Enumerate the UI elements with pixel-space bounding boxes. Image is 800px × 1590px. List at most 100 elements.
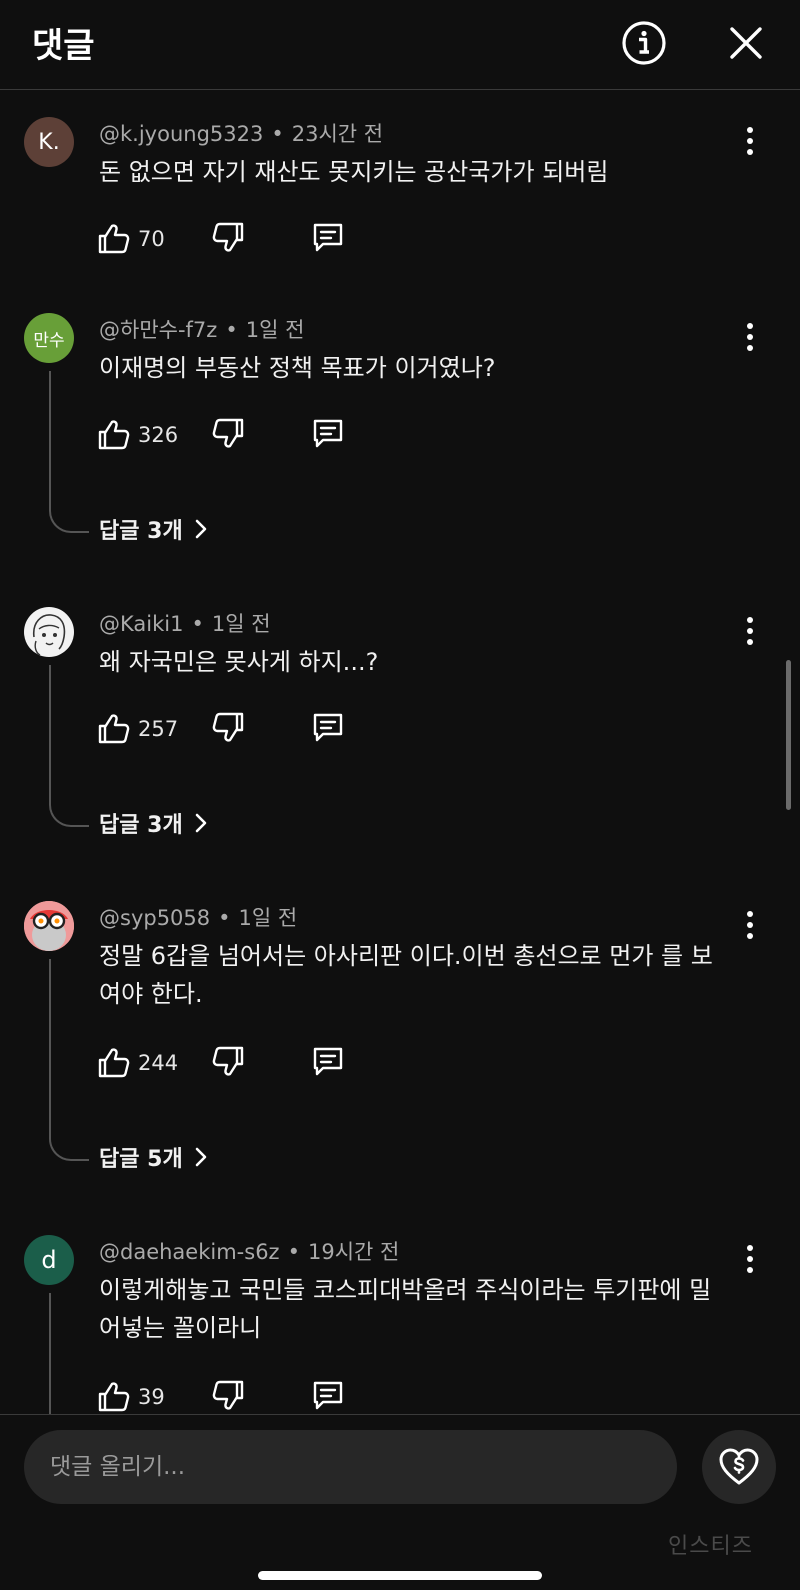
like-count: 244: [138, 1051, 179, 1075]
comment-text: 정말 6갑을 넘어서는 아사리판 이다.이번 총선으로 먼가 를 보여야 한다.: [99, 942, 713, 1008]
super-thanks-button[interactable]: [702, 1430, 776, 1504]
avatar[interactable]: 만수: [24, 313, 74, 363]
thread-line: [49, 1293, 89, 1414]
dislike-button[interactable]: [210, 415, 250, 455]
avatar[interactable]: K.: [24, 117, 74, 167]
like-button[interactable]: 326: [96, 415, 178, 455]
like-button[interactable]: 70: [96, 219, 165, 259]
comment-meta: @Kaiki1 • 1일 전: [99, 612, 271, 636]
comment-time: 19시간 전: [307, 1240, 400, 1264]
comment-meta: @k.jyoung5323 • 23시간 전: [99, 122, 384, 146]
comment-author[interactable]: @syp5058: [99, 906, 210, 930]
thread-line: [49, 665, 89, 827]
comment-item: K. @k.jyoung5323 • 23시간 전 돈 없으면 자기 재산도 못지키…: [0, 91, 800, 287]
comment-text: 이재명의 부동산 정책 목표가 이거였나?: [99, 354, 496, 382]
avatar[interactable]: d: [24, 1235, 74, 1285]
dislike-button[interactable]: [210, 219, 250, 259]
comment-item: 만수 @하만수-f7z • 1일 전 이재명의 부동산 정책 목표가 이거였나? 3…: [0, 287, 800, 581]
reply-button[interactable]: [310, 415, 350, 455]
view-replies-button[interactable]: 답글 5개: [99, 1141, 209, 1173]
home-indicator[interactable]: [258, 1571, 542, 1580]
view-replies-button[interactable]: 답글 3개: [99, 807, 209, 839]
reply-button[interactable]: [310, 219, 350, 259]
avatar[interactable]: [24, 901, 74, 951]
comment-input[interactable]: [24, 1430, 677, 1504]
comment-item: @Kaiki1 • 1일 전 왜 자국민은 못사게 하지...? 257 답글 3개: [0, 581, 800, 875]
comment-meta: @하만수-f7z • 1일 전: [99, 318, 305, 342]
avatar-initial: 만수: [33, 330, 65, 351]
more-vertical-icon: [747, 323, 753, 351]
thumbs-down-icon: [212, 1380, 244, 1410]
avatar[interactable]: [24, 607, 74, 657]
thumbs-up-icon: [98, 714, 130, 744]
avatar-initial: d: [41, 1246, 57, 1274]
comment-text: 왜 자국민은 못사게 하지...?: [99, 648, 379, 676]
info-icon: [622, 21, 666, 65]
watermark: 인스티즈: [668, 1534, 753, 1559]
comments-header: 댓글: [0, 0, 800, 90]
glasses-face-avatar: [24, 901, 74, 951]
like-button[interactable]: 39: [96, 1377, 165, 1414]
comment-meta: @syp5058 • 1일 전: [99, 906, 298, 930]
thread-line: [49, 959, 89, 1161]
reply-button[interactable]: [310, 709, 350, 749]
cartoon-face-avatar: [32, 614, 66, 656]
comment-more-button[interactable]: [735, 611, 765, 651]
scrollbar[interactable]: [786, 660, 791, 810]
reply-button[interactable]: [310, 1377, 350, 1414]
more-vertical-icon: [747, 911, 753, 939]
more-vertical-icon: [747, 617, 753, 645]
like-button[interactable]: 257: [96, 709, 178, 749]
comment-item: d @daehaekim-s6z • 19시간 전 이렇게해놓고 국민들 코스피대박…: [0, 1209, 800, 1414]
info-button[interactable]: [620, 19, 668, 67]
dislike-button[interactable]: [210, 1377, 250, 1414]
reply-icon: [313, 223, 343, 252]
comment-more-button[interactable]: [735, 317, 765, 357]
comment-actions: 39: [96, 1377, 396, 1414]
comment-more-button[interactable]: [735, 905, 765, 945]
dislike-button[interactable]: [210, 709, 250, 749]
comment-more-button[interactable]: [735, 121, 765, 161]
chevron-right-icon: [195, 519, 206, 539]
replies-count-label: 답글 5개: [99, 1147, 183, 1172]
like-button[interactable]: 244: [96, 1043, 178, 1083]
comment-actions: 70: [96, 219, 396, 259]
like-count: 39: [138, 1385, 165, 1409]
page-title: 댓글: [32, 26, 95, 66]
close-button[interactable]: [722, 19, 770, 67]
comment-meta: @daehaekim-s6z • 19시간 전: [99, 1240, 400, 1264]
thumbs-down-icon: [212, 1046, 244, 1076]
close-icon: [730, 27, 762, 59]
thumbs-down-icon: [212, 418, 244, 448]
like-count: 70: [138, 227, 165, 251]
comment-more-button[interactable]: [735, 1239, 765, 1279]
thumbs-down-icon: [212, 222, 244, 252]
comment-composer: 인스티즈: [0, 1414, 800, 1590]
comment-author[interactable]: @k.jyoung5323: [99, 122, 263, 146]
reply-button[interactable]: [310, 1043, 350, 1083]
comment-item: @syp5058 • 1일 전 정말 6갑을 넘어서는 아사리판 이다.이번 총선으…: [0, 875, 800, 1209]
thumbs-down-icon: [212, 712, 244, 742]
thumbs-up-icon: [98, 1382, 130, 1412]
chevron-right-icon: [195, 1147, 206, 1167]
comment-actions: 326: [96, 415, 396, 455]
comment-author[interactable]: @하만수-f7z: [99, 318, 217, 342]
dislike-button[interactable]: [210, 1043, 250, 1083]
comment-time: 1일 전: [238, 906, 298, 930]
reply-icon: [313, 713, 343, 742]
comment-list[interactable]: K. @k.jyoung5323 • 23시간 전 돈 없으면 자기 재산도 못지키…: [0, 91, 800, 1414]
comment-author[interactable]: @Kaiki1: [99, 612, 183, 636]
more-vertical-icon: [747, 127, 753, 155]
chevron-right-icon: [195, 813, 206, 833]
comment-author[interactable]: @daehaekim-s6z: [99, 1240, 280, 1264]
comment-time: 1일 전: [211, 612, 271, 636]
thumbs-up-icon: [98, 224, 130, 254]
reply-icon: [313, 1047, 343, 1076]
reply-icon: [313, 1381, 343, 1410]
thread-line: [49, 371, 89, 533]
comment-time: 23시간 전: [291, 122, 384, 146]
replies-count-label: 답글 3개: [99, 519, 183, 544]
comment-text: 이렇게해놓고 국민들 코스피대박올려 주식이라는 투기판에 밀어넣는 꼴이라니: [99, 1276, 712, 1342]
comment-time: 1일 전: [245, 318, 305, 342]
view-replies-button[interactable]: 답글 3개: [99, 513, 209, 545]
